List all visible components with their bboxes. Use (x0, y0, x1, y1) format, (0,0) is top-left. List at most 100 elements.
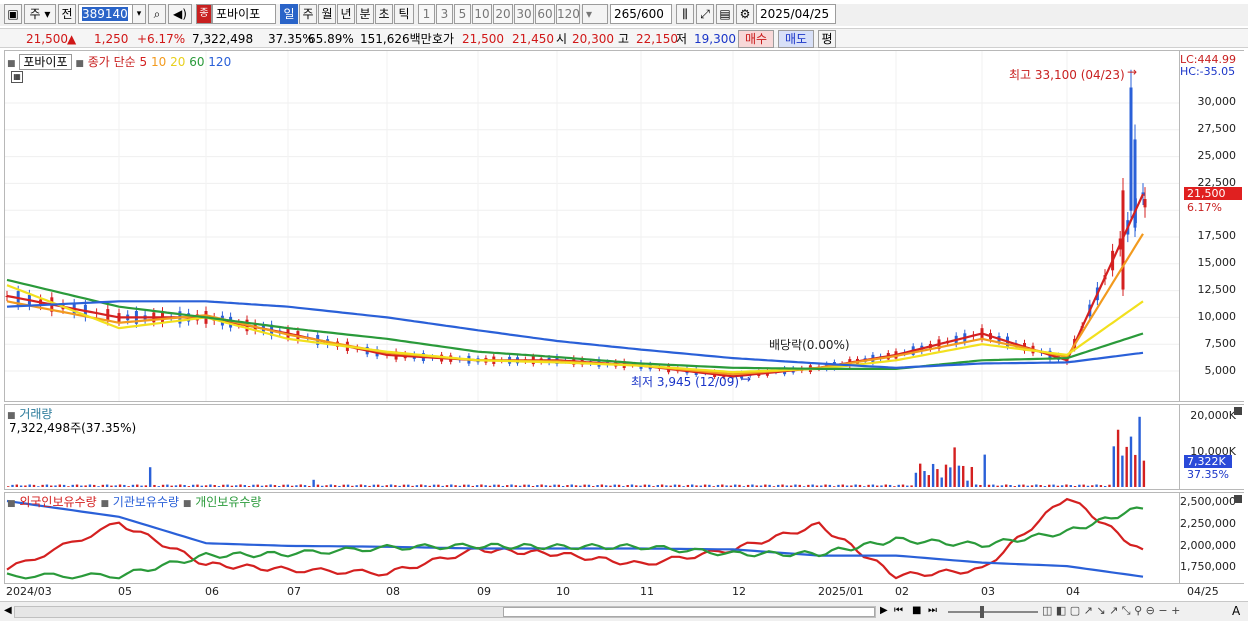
scrollbar-thumb[interactable] (503, 607, 875, 617)
buy-button[interactable]: 매수 (738, 30, 774, 48)
range-1-button[interactable]: 1 (418, 4, 435, 24)
volume-bar (1095, 484, 1098, 487)
market-select[interactable]: 주 ▾ (24, 4, 56, 24)
period-month-button[interactable]: 월 (318, 4, 336, 24)
volume-bar (1134, 454, 1137, 487)
y-tick: 10,000 (1197, 310, 1237, 323)
volume-bar (157, 486, 160, 487)
volume-bar (97, 486, 100, 487)
save-icon[interactable]: ▤ (716, 4, 734, 24)
volume-bar (867, 484, 870, 487)
last-icon[interactable]: ⏭ (928, 605, 937, 616)
volume-bar (282, 484, 285, 487)
range-5-button[interactable]: 5 (454, 4, 471, 24)
volume-bar (441, 485, 444, 487)
volume-bar (592, 486, 595, 487)
y-tick: 17,500 (1197, 229, 1237, 242)
scroll-right-icon[interactable]: ▶ (880, 605, 888, 616)
volume-current-tag: 7,322K (1184, 455, 1232, 468)
volume-bar (979, 484, 982, 487)
volume-bar (570, 484, 573, 487)
legend-individual: 개인보유수량 (195, 495, 262, 509)
high-value: 22,150 (636, 32, 678, 46)
volume-bar (514, 485, 518, 487)
low-label: 저 (676, 32, 688, 46)
stop-icon[interactable]: ■ (912, 605, 921, 616)
volume-bar (1099, 485, 1103, 487)
crosshair-icon[interactable]: ⤢ (696, 4, 714, 24)
zoom-slider-handle[interactable] (980, 606, 984, 618)
period-minute-button[interactable]: 분 (356, 4, 374, 24)
period-year-button[interactable]: 년 (337, 4, 355, 24)
prev-button[interactable]: 전 (58, 4, 76, 24)
x-label: 02 (895, 585, 909, 598)
window-icon[interactable]: ▣ (4, 4, 22, 24)
period-day-button[interactable]: 일 (280, 4, 298, 24)
candle-icon[interactable]: ⫼ (676, 4, 694, 24)
count-total: /600 (636, 7, 664, 21)
volume-pane[interactable]: ■ 거래량 7,322,498주(37.35%) (4, 404, 1180, 490)
volume-bar (217, 486, 221, 487)
avg-button[interactable]: 평 (818, 30, 836, 48)
search-icon[interactable]: ⌕ (148, 4, 166, 24)
grid-toggle-icon[interactable]: ▦ (11, 71, 23, 83)
price-pane[interactable]: ■ 포바이포 ■ 종가 단순 5 10 20 60 120 ▦ 최고 33,10… (4, 50, 1180, 402)
code-dropdown-icon[interactable]: ▾ (132, 4, 146, 24)
volume-bar (544, 485, 548, 487)
volume-bar (691, 484, 694, 487)
volume-bar (682, 486, 685, 487)
range-dropdown[interactable]: ▾ (582, 4, 608, 24)
volume-bar (1005, 484, 1008, 487)
count-field[interactable]: 265/600 (610, 4, 672, 24)
period-second-button[interactable]: 초 (375, 4, 393, 24)
close-pane-icon[interactable] (1234, 407, 1242, 415)
legend-stock-name[interactable]: 포바이포 (19, 54, 72, 70)
volume-bar (617, 484, 621, 487)
volume-bar (798, 484, 801, 487)
volume-bar (1022, 484, 1025, 487)
y-tick: 12,500 (1197, 283, 1237, 296)
volume-bar (923, 471, 926, 487)
range-60-button[interactable]: 60 (535, 4, 555, 24)
first-icon[interactable]: ⏮ (894, 605, 903, 616)
scrollbar-track[interactable] (14, 606, 876, 618)
speaker-icon[interactable]: ◀) (168, 4, 192, 24)
stock-name-field[interactable]: 포바이포 (212, 4, 276, 24)
volume-bar (187, 486, 191, 487)
holding-pane[interactable]: ■ 외국인보유수량 ■ 기관보유수량 ■ 개인보유수량 (4, 492, 1180, 584)
range-10-button[interactable]: 10 (472, 4, 492, 24)
period-tick-button[interactable]: 틱 (394, 4, 414, 24)
scroll-left-icon[interactable]: ◀ (4, 605, 12, 616)
legend-ma-10: 10 (150, 55, 167, 69)
volume-bar (458, 485, 462, 487)
volume-bar (419, 484, 423, 487)
gear-icon[interactable]: ⚙ (736, 4, 754, 24)
sell-button[interactable]: 매도 (778, 30, 814, 48)
text-tool-icon[interactable]: A (1232, 604, 1240, 618)
volume-chart-svg (7, 416, 1146, 487)
open-value: 20,300 (572, 32, 614, 46)
volume-bar (295, 485, 298, 487)
volume-bar (80, 485, 83, 487)
legend-marker-icon: ■ (7, 59, 16, 69)
high-arrow-icon: → (1127, 65, 1138, 79)
quote-row: 21,500 ▲ 1,250 +6.17% 7,322,498 37.35% 6… (0, 28, 1248, 48)
toolbar: ▣ 주 ▾ 전 389140 ▾ ⌕ ◀) 종 포바이포 일 주 월 년 분 초… (0, 4, 1248, 39)
volume-bar (820, 485, 823, 487)
range-30-button[interactable]: 30 (514, 4, 534, 24)
volume-bar (213, 485, 216, 487)
date-field[interactable]: 2025/04/25 ▦ (756, 4, 836, 39)
drawing-tools[interactable]: ◫ ◧ ▢ ↗ ↘ ↗ ⤡ ⚲ ⊖ − + (1042, 604, 1180, 618)
range-120-button[interactable]: 120 (556, 4, 580, 24)
volume-bar (316, 484, 320, 487)
volume-bar (716, 484, 720, 487)
range-20-button[interactable]: 20 (493, 4, 513, 24)
close-pane-icon[interactable] (1234, 495, 1242, 503)
volume-bar (131, 484, 135, 487)
period-week-button[interactable]: 주 (299, 4, 317, 24)
legend-marker-icon: ■ (100, 499, 109, 509)
zoom-slider[interactable] (948, 606, 1038, 618)
ma-5-line (6, 193, 1145, 378)
volume-bar (871, 484, 875, 487)
range-3-button[interactable]: 3 (436, 4, 453, 24)
